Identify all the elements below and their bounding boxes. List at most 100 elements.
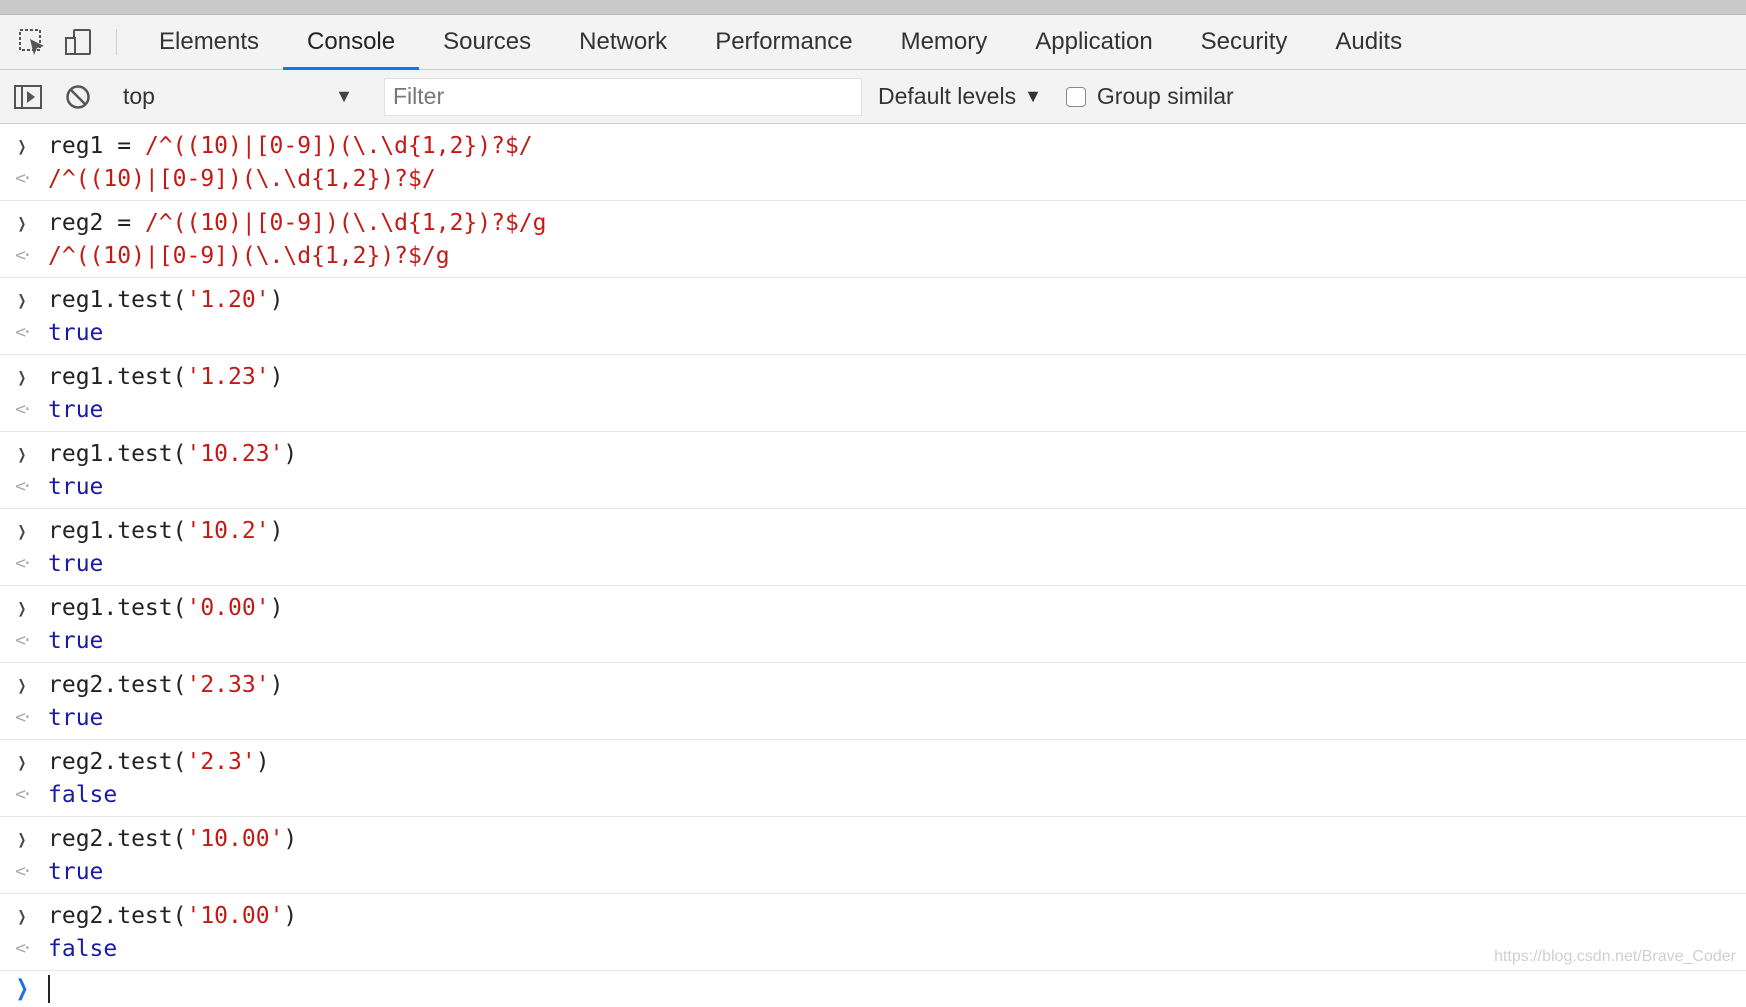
console-prompt-input[interactable]: ❯: [0, 971, 1746, 1007]
code-token-close: ): [283, 902, 298, 929]
result-arrow-icon: <·: [15, 553, 33, 574]
tab-memory[interactable]: Memory: [877, 15, 1012, 69]
code-token-input-regex: /^((10)|[0-9])(\.\d{1,2})?$/: [144, 132, 533, 159]
code-token-call: reg1.test(: [48, 440, 187, 467]
code-token-arg: '10.2': [186, 517, 270, 544]
sidebar-toggle-icon[interactable]: [8, 84, 48, 109]
input-code: reg2.test('2.3'): [48, 749, 270, 775]
device-toolbar-icon[interactable]: [58, 15, 98, 69]
code-token-close: ): [269, 286, 284, 313]
clear-console-icon[interactable]: [58, 84, 98, 110]
console-output-line: <· true: [0, 547, 1746, 580]
input-code: reg1.test('10.23'): [48, 441, 297, 467]
console-entry: ❯ reg2.test('2.3') <· false: [0, 740, 1746, 817]
console-output-line: <· false: [0, 932, 1746, 965]
input-code: reg1 = /^((10)|[0-9])(\.\d{1,2})?$/: [48, 133, 533, 159]
code-token-call: reg2.test(: [48, 825, 187, 852]
active-prompt-icon: ❯: [15, 975, 29, 1000]
code-token-close: ): [269, 671, 284, 698]
console-entry: ❯ reg1 = /^((10)|[0-9])(\.\d{1,2})?$/ <· /^…: [0, 124, 1746, 201]
watermark: https://blog.csdn.net/Brave_Coder: [1494, 948, 1736, 965]
output-value: true: [48, 396, 104, 423]
input-code: reg2.test('10.00'): [48, 903, 297, 929]
tab-elements[interactable]: Elements: [135, 15, 283, 69]
console-entry: ❯ reg2 = /^((10)|[0-9])(\.\d{1,2})?$/g <· /…: [0, 201, 1746, 278]
window-top-strip: [0, 0, 1746, 15]
console-output-line: <· /^((10)|[0-9])(\.\d{1,2})?$/: [0, 162, 1746, 195]
console-input-line: ❯ reg2.test('2.3'): [0, 745, 1746, 778]
tab-performance[interactable]: Performance: [691, 15, 876, 69]
dropdown-arrow-icon: ▼: [1024, 86, 1042, 106]
input-code: reg1.test('10.2'): [48, 518, 283, 544]
console-input-line: ❯ reg2.test('10.00'): [0, 822, 1746, 855]
context-value: top: [123, 83, 155, 109]
group-similar-label: Group similar: [1096, 83, 1234, 109]
input-prompt-icon: ❯: [17, 595, 27, 620]
result-arrow-icon: <·: [15, 707, 33, 728]
console-entry: ❯ reg2.test('10.00') <· true: [0, 817, 1746, 894]
output-value: /^((10)|[0-9])(\.\d{1,2})?$/: [48, 165, 436, 192]
console-messages[interactable]: ❯ reg1 = /^((10)|[0-9])(\.\d{1,2})?$/ <· /^…: [0, 124, 1746, 1007]
input-prompt-icon: ❯: [17, 749, 27, 774]
tab-application[interactable]: Application: [1011, 15, 1176, 69]
devtools-tab-bar: Elements Console Sources Network Performance…: [0, 15, 1746, 70]
code-token-call: reg1.test(: [48, 286, 187, 313]
console-input-line: ❯ reg2.test('10.00'): [0, 899, 1746, 932]
output-value: true: [48, 473, 104, 500]
code-token-input-var: reg2: [48, 209, 104, 236]
output-value: /^((10)|[0-9])(\.\d{1,2})?$/g: [48, 242, 450, 269]
code-token-arg: '10.00': [186, 902, 284, 929]
console-output-line: <· true: [0, 855, 1746, 888]
context-selector[interactable]: top ▼: [111, 83, 371, 110]
tab-network[interactable]: Network: [555, 15, 691, 69]
input-code: reg1.test('0.00'): [48, 595, 283, 621]
console-output-line: <· true: [0, 316, 1746, 349]
console-input-line: ❯ reg1.test('10.2'): [0, 514, 1746, 547]
console-entry: ❯ reg1.test('0.00') <· true: [0, 586, 1746, 663]
group-similar-checkbox[interactable]: [1065, 86, 1086, 107]
code-token-close: ): [255, 748, 270, 775]
output-value: true: [48, 319, 104, 346]
output-value: true: [48, 550, 104, 577]
filter-input[interactable]: [384, 77, 862, 116]
console-input-line: ❯ reg1.test('1.23'): [0, 360, 1746, 393]
tab-sources[interactable]: Sources: [419, 15, 555, 69]
console-output-line: <· true: [0, 393, 1746, 426]
console-input-line: ❯ reg2 = /^((10)|[0-9])(\.\d{1,2})?$/g: [0, 206, 1746, 239]
code-token-arg: '2.3': [186, 748, 256, 775]
input-prompt-icon: ❯: [17, 287, 27, 312]
result-arrow-icon: <·: [15, 476, 33, 497]
console-input-line: ❯ reg1 = /^((10)|[0-9])(\.\d{1,2})?$/: [0, 129, 1746, 162]
input-prompt-icon: ❯: [17, 133, 27, 158]
code-token-input-var: reg1: [48, 132, 104, 159]
tab-console[interactable]: Console: [283, 15, 420, 70]
output-value: true: [48, 704, 104, 731]
inspect-element-icon[interactable]: [12, 15, 52, 69]
console-input-line: ❯ reg2.test('2.33'): [0, 668, 1746, 701]
input-code: reg2.test('10.00'): [48, 826, 297, 852]
input-prompt-icon: ❯: [17, 826, 27, 851]
output-value: true: [48, 627, 104, 654]
output-value: true: [48, 858, 104, 885]
tab-security[interactable]: Security: [1177, 15, 1312, 69]
result-arrow-icon: <·: [15, 399, 33, 420]
console-entry: ❯ reg1.test('1.23') <· true: [0, 355, 1746, 432]
code-token-call: reg2.test(: [48, 902, 187, 929]
result-arrow-icon: <·: [15, 168, 33, 189]
tab-audits[interactable]: Audits: [1311, 15, 1426, 69]
console-entry: ❯ reg1.test('10.23') <· true: [0, 432, 1746, 509]
code-token-call: reg1.test(: [48, 594, 187, 621]
console-entry: ❯ reg1.test('10.2') <· true: [0, 509, 1746, 586]
input-prompt-icon: ❯: [17, 364, 27, 389]
log-levels-dropdown[interactable]: Default levels ▼: [878, 83, 1042, 110]
code-token-call: reg1.test(: [48, 363, 187, 390]
input-prompt-icon: ❯: [17, 210, 27, 235]
code-token-arg: '10.00': [186, 825, 284, 852]
dropdown-arrow-icon: ▼: [335, 86, 353, 106]
code-token-call: reg2.test(: [48, 671, 187, 698]
code-token-input-op: =: [103, 209, 145, 236]
console-input-line: ❯ reg1.test('10.23'): [0, 437, 1746, 470]
console-output-line: <· false: [0, 778, 1746, 811]
text-caret: [48, 975, 50, 1003]
result-arrow-icon: <·: [15, 630, 33, 651]
